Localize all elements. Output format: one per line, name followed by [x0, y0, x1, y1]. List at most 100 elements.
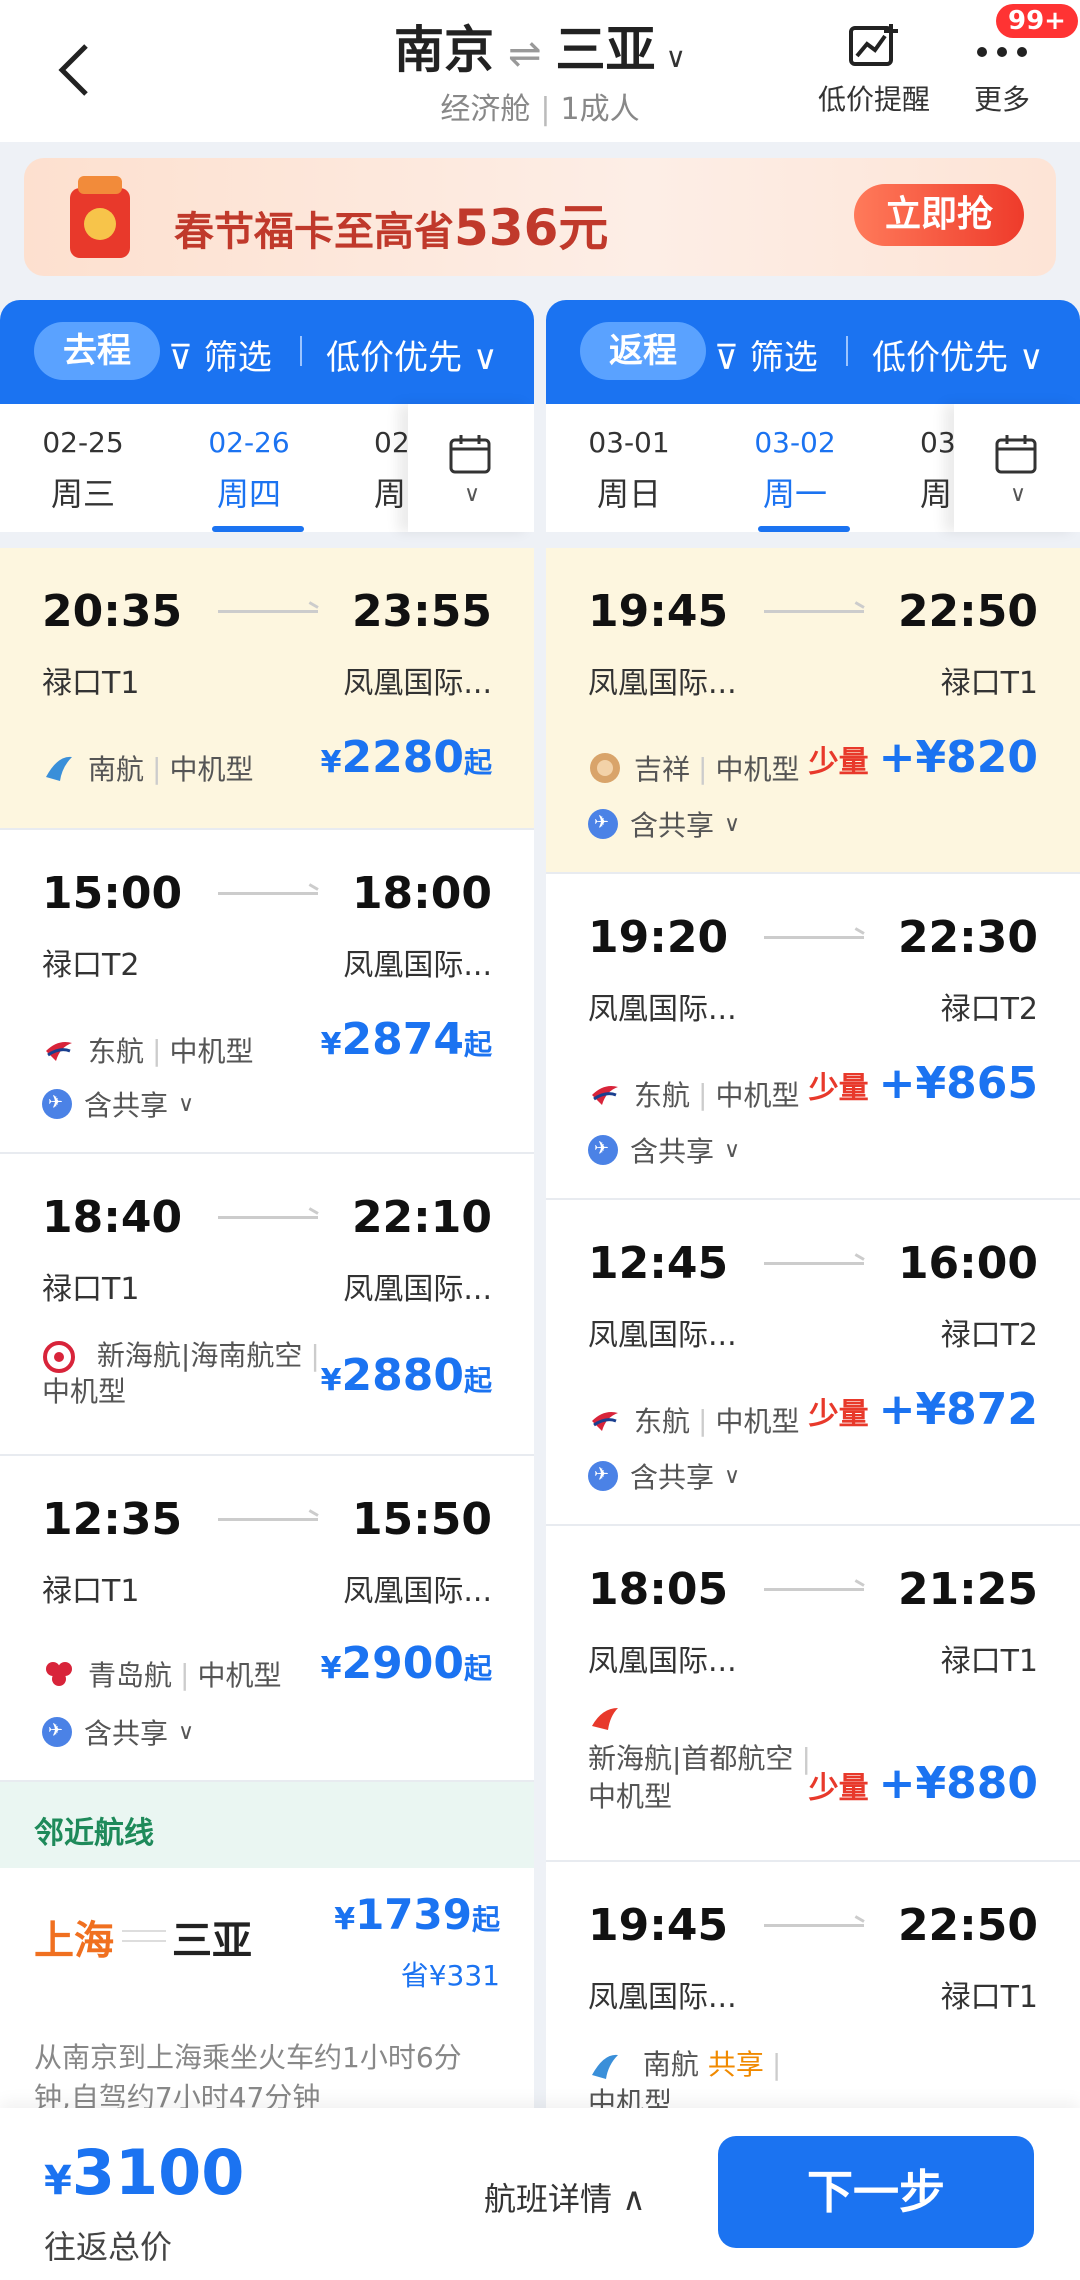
- flight-card[interactable]: 18:40 22:10 禄口T1 凤凰国际... 新海航|海南航空 | 中机型 ¥2…: [0, 1154, 534, 1456]
- departure-time: 19:45: [588, 586, 729, 637]
- nearby-routes-header: 邻近航线: [0, 1782, 534, 1868]
- weekday-text: 周四: [216, 475, 281, 513]
- divider: |: [180, 1657, 190, 1691]
- currency-symbol: ¥: [334, 1902, 356, 1937]
- price-alert-label: 低价提醒: [818, 83, 931, 116]
- outbound-sort-button[interactable]: 低价优先 ∨: [326, 330, 498, 379]
- codeshare-toggle[interactable]: 含共享 ∨: [42, 1084, 194, 1124]
- departure-time: 12:35: [42, 1494, 183, 1545]
- arrival-time: 23:55: [351, 586, 492, 637]
- next-step-button[interactable]: 下一步: [718, 2136, 1034, 2248]
- flight-card[interactable]: 12:35 15:50 禄口T1 凤凰国际... 青岛航 | 中机型 ¥2900起 …: [0, 1456, 534, 1782]
- codeshare-toggle[interactable]: 含共享 ∨: [588, 1130, 740, 1170]
- filter-label: 筛选: [203, 338, 272, 378]
- plane-icon: [588, 1461, 618, 1491]
- chevron-up-icon: ∧: [622, 2180, 646, 2218]
- divider: [300, 336, 302, 366]
- origin-city: 南京: [393, 21, 494, 79]
- date-option[interactable]: 03-01 周日: [554, 426, 704, 515]
- flight-card[interactable]: 19:45 22:50 凤凰国际... 禄口T1 南航 共享 | 中机型: [546, 1862, 1080, 2108]
- airline-name: 新海航|首都航空: [588, 1742, 794, 1775]
- nearby-route-card[interactable]: 上海 三亚 ¥1739起 省¥331 从南京到上海乘坐火车约1小时6分钟,自驾约…: [0, 1868, 534, 2108]
- currency-symbol: ¥: [320, 745, 342, 780]
- arrival-time: 18:00: [351, 868, 492, 919]
- codeshare-label: 含共享: [84, 1717, 169, 1750]
- route-arrow: [218, 1518, 318, 1521]
- arrival-time: 21:25: [897, 1564, 1038, 1615]
- sort-label: 低价优先: [326, 338, 462, 378]
- date-option[interactable]: 02-25 周三: [8, 426, 158, 515]
- outbound-date-strip: 02-25 周三 02-26 周四 02 周 ∨: [0, 404, 534, 532]
- red-envelope-icon: [70, 176, 130, 258]
- codeshare-toggle[interactable]: 含共享 ∨: [588, 1456, 740, 1496]
- aircraft-size: 中机型: [715, 1405, 800, 1438]
- flight-price: ¥2900起: [321, 1638, 492, 1689]
- grab-now-button[interactable]: 立即抢: [854, 184, 1024, 246]
- swap-icon: ⇌: [507, 31, 542, 77]
- cabin-class: 经济舱: [440, 92, 531, 127]
- promo-banner[interactable]: 春节福卡至高省536元 立即抢: [24, 158, 1056, 276]
- flight-price: ¥2280起: [321, 732, 492, 783]
- arrival-airport: 凤凰国际...: [343, 666, 492, 701]
- outbound-tab[interactable]: 去程: [34, 322, 160, 380]
- return-sort-button[interactable]: 低价优先 ∨: [872, 330, 1044, 379]
- return-column: 返程 ⊽ 筛选 低价优先 ∨ 03-01 周日 03-02 周一 03 周 ∨ 19:…: [546, 300, 1080, 2108]
- price-value: 2874: [341, 1014, 464, 1065]
- price-alert-button[interactable]: 低价提醒: [818, 22, 930, 118]
- notification-badge: 99+: [996, 4, 1078, 38]
- departure-airport: 禄口T1: [42, 1272, 140, 1307]
- aircraft-size: 中机型: [169, 753, 254, 786]
- arrival-airport: 禄口T2: [940, 992, 1038, 1027]
- route-arrow: [764, 610, 864, 613]
- promo-text: 春节福卡至高省536元: [174, 188, 608, 260]
- price-value: +¥872: [878, 1384, 1038, 1435]
- flight-details-button[interactable]: 航班详情 ∧: [484, 2174, 646, 2220]
- outbound-filter-button[interactable]: ⊽ 筛选: [168, 330, 272, 379]
- passenger-count: 1成人: [560, 92, 640, 127]
- return-tab[interactable]: 返程: [580, 322, 706, 380]
- flight-card[interactable]: 20:35 23:55 禄口T1 凤凰国际... 南航 | 中机型 ¥2280起: [0, 548, 534, 830]
- flight-card[interactable]: 15:00 18:00 禄口T2 凤凰国际... 东航|中机型 ¥2874起 含…: [0, 830, 534, 1154]
- return-tabbar: 返程 ⊽ 筛选 低价优先 ∨: [546, 300, 1080, 404]
- airline-name: 南航: [88, 753, 145, 786]
- codeshare-toggle[interactable]: 含共享 ∨: [42, 1712, 194, 1752]
- calendar-button[interactable]: ∨: [954, 404, 1080, 532]
- more-label: 更多: [973, 83, 1030, 116]
- departure-time: 12:45: [588, 1238, 729, 1289]
- filter-icon: ⊽: [168, 338, 193, 378]
- calendar-button[interactable]: ∨: [408, 404, 534, 532]
- airline-name: 东航: [88, 1035, 145, 1068]
- flight-card[interactable]: 18:05 21:25 凤凰国际... 禄口T1 新海航|首都航空 | 中机型 少量…: [546, 1526, 1080, 1862]
- departure-airport: 禄口T2: [42, 948, 140, 983]
- divider: |: [152, 1033, 162, 1067]
- arrival-time: 22:10: [351, 1192, 492, 1243]
- sort-label: 低价优先: [872, 338, 1008, 378]
- total-value: 3100: [71, 2136, 245, 2209]
- plane-icon: [588, 1135, 618, 1165]
- airline-name: 东航: [634, 1079, 691, 1112]
- airline-info: 南航 共享 | 中机型: [588, 2046, 888, 2108]
- arrival-time: 22:50: [897, 1900, 1038, 1951]
- aircraft-size: 中机型: [42, 1375, 127, 1408]
- codeshare-tag: 共享: [707, 2048, 764, 2081]
- date-option-selected[interactable]: 03-02 周一: [720, 426, 870, 532]
- filter-label: 筛选: [749, 338, 818, 378]
- low-stock-label: 少量: [808, 1071, 869, 1106]
- arrival-airport: 禄口T1: [940, 1980, 1038, 2015]
- chevron-down-icon: ∨: [472, 338, 498, 378]
- airline-info: 东航 | 中机型: [42, 1030, 253, 1070]
- airline-info: 青岛航 | 中机型: [42, 1654, 281, 1694]
- flight-card[interactable]: 19:20 22:30 凤凰国际... 禄口T2 东航 | 中机型 少量 +¥865 …: [546, 874, 1080, 1200]
- price-value: 1739: [355, 1890, 472, 1939]
- codeshare-toggle[interactable]: 含共享 ∨: [588, 804, 740, 844]
- date-text: 02-25: [42, 426, 124, 459]
- route-arrow: [218, 892, 318, 895]
- date-option-selected[interactable]: 02-26 周四: [174, 426, 324, 532]
- codeshare-label: 含共享: [630, 809, 715, 842]
- nearby-routes-title: 邻近航线: [34, 1816, 154, 1851]
- price-suffix: 起: [463, 1028, 492, 1061]
- airline-name: 吉祥: [634, 753, 691, 786]
- return-filter-button[interactable]: ⊽ 筛选: [714, 330, 818, 379]
- flight-card[interactable]: 12:45 16:00 凤凰国际... 禄口T2 东航 | 中机型 少量 +¥872 …: [546, 1200, 1080, 1526]
- flight-card[interactable]: 19:45 22:50 凤凰国际... 禄口T1 吉祥 | 中机型 少量 +¥820 …: [546, 548, 1080, 874]
